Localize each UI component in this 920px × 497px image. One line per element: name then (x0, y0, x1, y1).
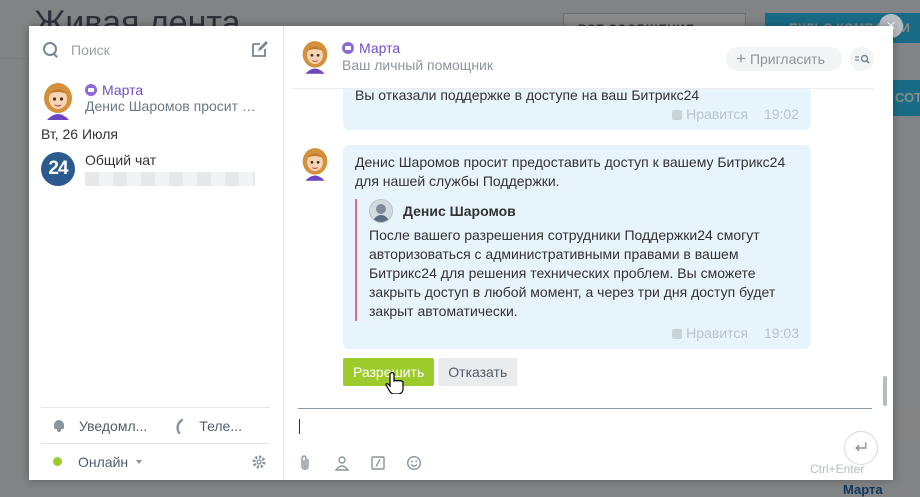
plus-icon: + (736, 49, 746, 68)
telephony-button[interactable]: Теле... (199, 418, 242, 434)
bot-icon (342, 42, 354, 54)
message-scrollbar[interactable] (883, 376, 887, 406)
notifications-button[interactable]: Уведомл... (79, 418, 147, 434)
message-meta: Нравится 19:03 (672, 324, 799, 343)
chevron-down-icon[interactable] (136, 459, 143, 464)
like-icon[interactable] (672, 328, 683, 339)
search-bar (41, 40, 271, 60)
messenger-window: Марта Денис Шаромов просит предоставить … (29, 26, 893, 480)
online-status-icon (53, 457, 62, 466)
recent-chat-text: Марта Денис Шаромов просит предоставить … (85, 82, 260, 120)
decline-button[interactable]: Отказать (438, 358, 518, 386)
quote-text: После вашего разрешения сотрудники Подде… (369, 227, 776, 319)
access-actions: Разрешить Отказать (343, 358, 518, 386)
message-bubble: Вы отказали поддержке в доступе на ваш Б… (343, 88, 811, 130)
message-text: Вы отказали поддержке в доступе на ваш Б… (355, 88, 700, 103)
message-meta: Нравится 19:02 (672, 105, 799, 124)
search-icon (41, 41, 59, 59)
recent-chat-general[interactable]: 24 Общий чат (41, 152, 276, 188)
like-icon[interactable] (672, 109, 683, 120)
avatar (369, 199, 393, 223)
status-selector[interactable]: Онлайн (78, 454, 128, 470)
message-input-area (298, 408, 878, 480)
search-messages-icon[interactable] (850, 47, 874, 71)
header-name-label: Марта (359, 40, 401, 56)
quote-author: Денис Шаромов (369, 199, 799, 223)
header-name[interactable]: Марта (342, 40, 493, 56)
general-chat-name: Общий чат (85, 152, 157, 168)
text-caret (299, 419, 300, 434)
date-separator: Вт, 26 Июля (41, 126, 118, 142)
phone-icon (176, 418, 184, 434)
general-chat-preview-blurred (85, 172, 255, 186)
header-text: Марта Ваш личный помощник (342, 40, 493, 80)
general-chat-avatar: 24 (41, 152, 75, 186)
smile-icon[interactable] (406, 455, 422, 471)
bell-icon (53, 419, 65, 432)
invite-button-label: Пригласить (749, 51, 825, 67)
input-toolbar (298, 455, 442, 471)
message-time: 19:03 (763, 325, 799, 341)
general-chat-text: Общий чат (85, 152, 255, 188)
like-button[interactable]: Нравится (686, 324, 748, 343)
conversation-panel: Марта Ваш личный помощник + Пригласить Вы… (284, 26, 893, 480)
mention-user-icon[interactable] (334, 455, 350, 471)
header-subtitle: Ваш личный помощник (342, 57, 494, 73)
quote-author-name: Денис Шаромов (403, 202, 516, 219)
compose-icon[interactable] (251, 40, 269, 58)
message-input[interactable] (298, 415, 798, 441)
hand-cursor-icon (385, 372, 404, 394)
marta-avatar (44, 83, 72, 120)
message-quote: Денис Шаромов После вашего разрешения со… (355, 199, 799, 321)
like-button[interactable]: Нравится (686, 105, 748, 124)
message-text: Денис Шаромов просит предоставить доступ… (355, 154, 786, 189)
header-marta-avatar (302, 41, 328, 74)
contact-list-panel: Марта Денис Шаромов просит предоставить … (29, 26, 284, 480)
sidebar-footer-bottom: Онлайн (41, 443, 270, 479)
attach-icon[interactable] (298, 455, 314, 471)
bot-icon (85, 84, 97, 96)
message-marta-avatar (302, 148, 328, 181)
recent-chat-marta[interactable]: Марта Денис Шаромов просит предоставить … (41, 82, 276, 120)
sidebar-footer-top: Уведомл... Теле... (41, 407, 270, 443)
recent-chat-preview: Денис Шаромов просит предоставить доступ… (85, 98, 260, 114)
message-list[interactable]: Вы отказали поддержке в доступе на ваш Б… (284, 88, 884, 406)
invite-button[interactable]: + Пригласить (726, 47, 842, 71)
gear-icon[interactable] (252, 455, 266, 469)
recent-chat-name-label: Марта (102, 82, 144, 98)
send-icon[interactable] (844, 431, 878, 465)
message-bubble: Денис Шаромов просит предоставить доступ… (343, 145, 811, 349)
search-input[interactable] (71, 42, 241, 58)
recent-chat-name: Марта (85, 82, 260, 98)
send-shortcut-hint: Ctrl+Enter (810, 462, 865, 476)
message-time: 19:02 (763, 106, 799, 122)
header-divider (292, 88, 874, 89)
command-icon[interactable] (370, 455, 386, 471)
